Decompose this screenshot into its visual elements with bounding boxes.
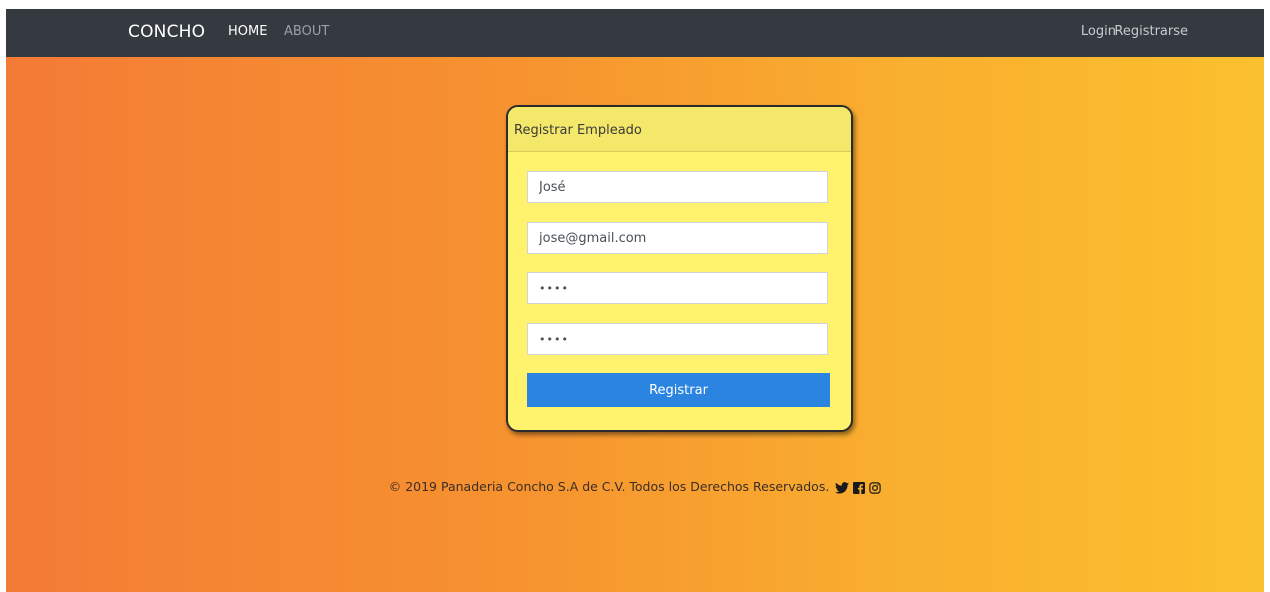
top-navbar: CONCHO HOME ABOUT Login Registrarse (6, 9, 1264, 57)
nav-register-link[interactable]: Registrarse (1114, 24, 1188, 39)
page-background: CONCHO HOME ABOUT Login Registrarse Regi… (6, 9, 1264, 592)
email-input[interactable] (527, 222, 828, 254)
facebook-icon[interactable] (853, 482, 866, 497)
social-icons (835, 481, 881, 497)
footer: © 2019 Panaderia Concho S.A de C.V. Todo… (6, 479, 1264, 497)
copyright-text: © 2019 Panaderia Concho S.A de C.V. Todo… (388, 479, 830, 494)
password-input[interactable] (527, 272, 828, 304)
card-header: Registrar Empleado (508, 107, 851, 152)
name-input[interactable] (527, 171, 828, 203)
card-title: Registrar Empleado (514, 123, 642, 138)
confirm-password-input[interactable] (527, 323, 828, 355)
instagram-icon[interactable] (869, 482, 881, 497)
nav-home-link[interactable]: HOME (228, 24, 267, 39)
nav-about-link[interactable]: ABOUT (284, 24, 329, 39)
brand-link[interactable]: CONCHO (128, 22, 205, 42)
register-button[interactable]: Registrar (527, 373, 830, 407)
twitter-icon[interactable] (835, 482, 850, 497)
nav-login-link[interactable]: Login (1081, 24, 1116, 39)
register-employee-card: Registrar Empleado Registrar (506, 105, 853, 432)
